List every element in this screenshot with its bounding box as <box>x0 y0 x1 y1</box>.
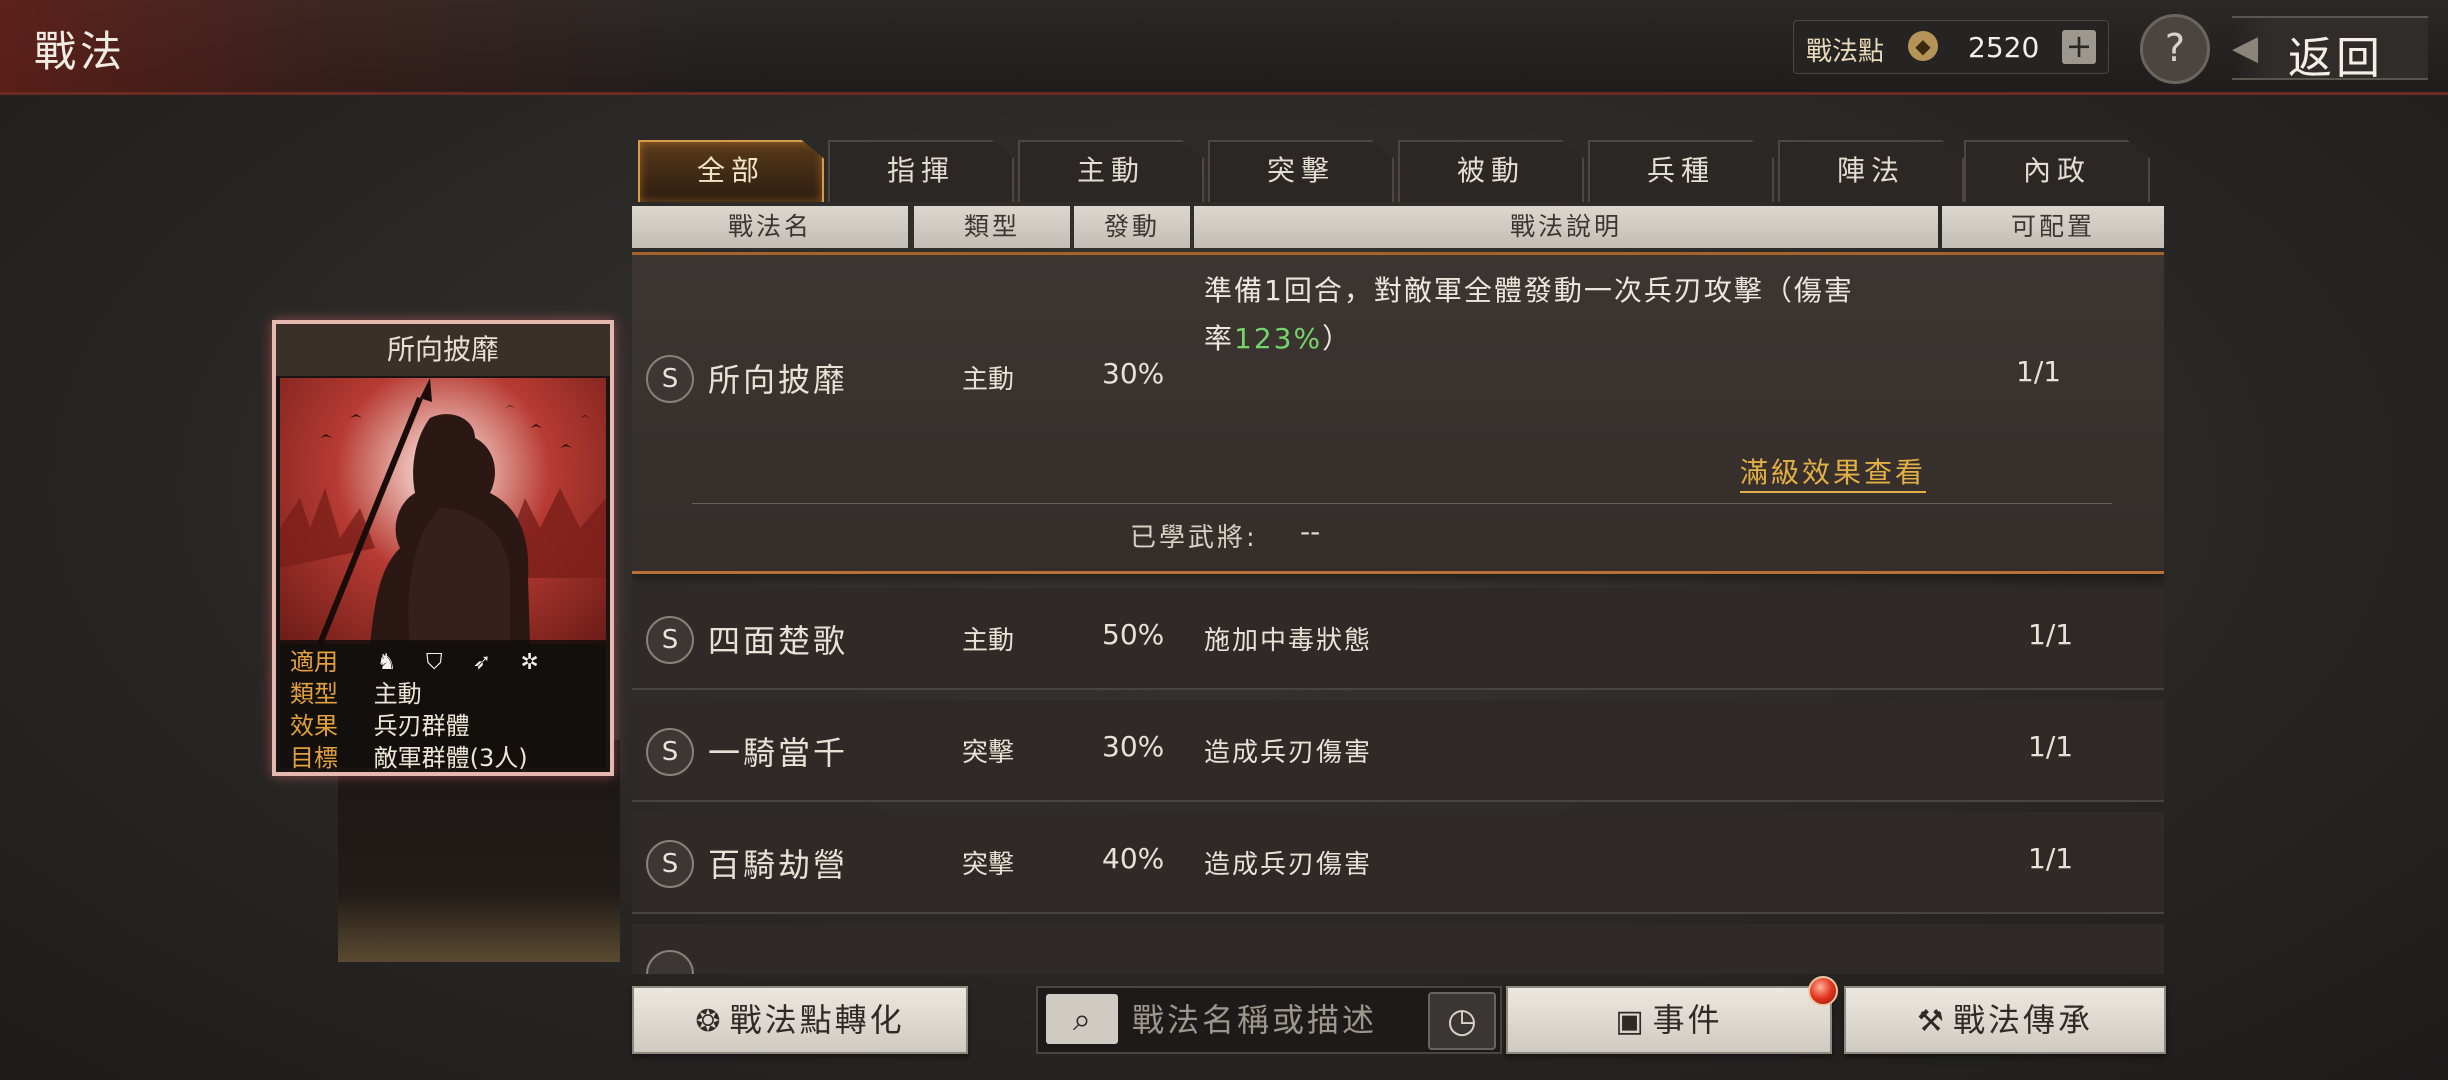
learned-generals-label: 已學武將: <box>1130 523 1258 553</box>
tab-all[interactable]: 全部 <box>638 140 824 202</box>
tactic-rate: 30% <box>1102 357 1165 390</box>
tab-passive[interactable]: 被動 <box>1398 140 1584 202</box>
damage-rate-highlight: 123% <box>1234 322 1323 355</box>
tactic-type: 突擊 <box>962 738 1015 768</box>
page-title: 戰法 <box>34 27 127 76</box>
tactic-type: 主動 <box>962 365 1015 395</box>
category-tabs: 全部 指揮 主動 突擊 被動 兵種 陣法 內政 <box>638 140 2150 202</box>
points-label: 戰法點 <box>1806 37 1885 67</box>
clock-icon[interactable]: ◷ <box>1428 992 1496 1050</box>
events-button[interactable]: ▣ 事件 <box>1506 986 1832 1054</box>
warrior-silhouette-image <box>280 378 606 644</box>
tactic-name: 一騎當千 <box>708 734 849 772</box>
card-artwork <box>280 378 606 644</box>
tactic-name: 百騎劫營 <box>708 846 849 884</box>
spear-icon: ➶ <box>472 650 492 675</box>
add-points-button[interactable]: + <box>2062 30 2096 64</box>
tactic-description: 造成兵刃傷害 <box>1204 850 1373 880</box>
tab-command[interactable]: 指揮 <box>828 140 1014 202</box>
tactic-description: 準備1回合，對敵軍全體發動一次兵刃攻擊（傷害 率123%） <box>1204 274 1854 355</box>
tactic-name: 四面楚歌 <box>708 622 849 660</box>
tactic-list[interactable]: S 所向披靡 主動 30% 準備1回合，對敵軍全體發動一次兵刃攻擊（傷害 率12… <box>632 252 2164 974</box>
tactic-rate: 30% <box>1102 730 1165 763</box>
grade-badge: S <box>646 840 694 888</box>
col-rate[interactable]: 發動 <box>1074 206 1190 248</box>
alert-book-icon: ▣ <box>1615 1004 1647 1039</box>
col-name[interactable]: 戰法名 <box>632 206 908 248</box>
cavalry-icon: ♞ <box>376 650 397 675</box>
tab-internal[interactable]: 內政 <box>1964 140 2150 202</box>
tactic-description: 造成兵刃傷害 <box>1204 738 1373 768</box>
learned-generals-value: -- <box>1300 515 1321 548</box>
tactic-description: 施加中毒狀態 <box>1204 626 1373 656</box>
table-row[interactable]: S 一騎當千 突擊 30% 造成兵刃傷害 1/1 <box>632 700 2164 802</box>
tactic-type: 主動 <box>962 626 1015 656</box>
row-divider <box>692 503 2112 504</box>
convert-points-button[interactable]: ❂ 戰法點轉化 <box>632 986 968 1054</box>
search-input[interactable] <box>1130 996 1424 1044</box>
tactic-type: 突擊 <box>962 850 1015 880</box>
wheel-icon: ✲ <box>520 650 539 675</box>
tab-active[interactable]: 主動 <box>1018 140 1204 202</box>
tactic-rate: 40% <box>1102 842 1165 875</box>
tactic-card[interactable]: 所向披靡 適用 ♞ ⛉ ➶ ✲ 類型 主動 效果 兵刃群體 目標 敵軍群體(3人… <box>272 320 614 776</box>
tactic-config: 1/1 <box>2028 842 2074 875</box>
shield-icon: ⛉ <box>426 650 443 675</box>
grade-badge: S <box>646 728 694 776</box>
grade-badge: S <box>646 616 694 664</box>
points-value: 2520 <box>1968 31 2040 64</box>
info-row-effect: 效果 兵刃群體 <box>290 712 470 740</box>
info-row-type: 類型 主動 <box>290 680 422 708</box>
back-button[interactable]: ◀ 返回 <box>2232 16 2428 84</box>
tab-assault[interactable]: 突擊 <box>1208 140 1394 202</box>
top-bar: 戰法 戰法點 ◆ 2520 + ? ◀ 返回 <box>0 0 2448 95</box>
card-info-panel: 適用 ♞ ⛉ ➶ ✲ 類型 主動 效果 兵刃群體 目標 敵軍群體(3人) <box>280 640 606 772</box>
table-row-partial[interactable] <box>632 924 2164 974</box>
search-icon[interactable]: ⌕ <box>1046 994 1118 1044</box>
tactic-rate: 50% <box>1102 618 1165 651</box>
tactic-config: 1/1 <box>2016 355 2062 388</box>
back-arrow-icon: ◀ <box>2232 28 2259 68</box>
tactic-config: 1/1 <box>2028 730 2074 763</box>
tactic-inherit-button[interactable]: ⚒ 戰法傳承 <box>1844 986 2166 1054</box>
notification-dot <box>1808 976 1838 1006</box>
tactic-name: 所向披靡 <box>708 361 849 399</box>
table-row-selected[interactable]: S 所向披靡 主動 30% 準備1回合，對敵軍全體發動一次兵刃攻擊（傷害 率12… <box>632 252 2164 574</box>
points-coin-icon: ◆ <box>1908 31 1938 61</box>
card-title: 所向披靡 <box>276 324 610 376</box>
table-header: 戰法名 類型 發動 戰法說明 可配置 <box>632 206 2164 248</box>
flame-icon: ❂ <box>695 1004 724 1039</box>
col-type[interactable]: 類型 <box>914 206 1070 248</box>
table-row[interactable]: S 四面楚歌 主動 50% 施加中毒狀態 1/1 <box>632 588 2164 690</box>
tactic-config: 1/1 <box>2028 618 2074 651</box>
tactic-points-panel: 戰法點 ◆ 2520 + <box>1793 20 2109 74</box>
tab-formation[interactable]: 陣法 <box>1778 140 1964 202</box>
grade-badge <box>646 950 694 974</box>
col-config[interactable]: 可配置 <box>1942 206 2164 248</box>
grade-badge: S <box>646 355 694 403</box>
info-row-applicable: 適用 ♞ ⛉ ➶ ✲ <box>290 642 557 676</box>
back-label: 返回 <box>2288 33 2384 84</box>
info-row-target: 目標 敵軍群體(3人) <box>290 744 528 772</box>
help-button[interactable]: ? <box>2140 14 2210 84</box>
tab-troop[interactable]: 兵種 <box>1588 140 1774 202</box>
table-row[interactable]: S 百騎劫營 突擊 40% 造成兵刃傷害 1/1 <box>632 812 2164 914</box>
max-level-effect-link[interactable]: 滿級效果查看 <box>1740 451 1927 493</box>
hammer-icon: ⚒ <box>1917 1004 1947 1039</box>
search-bar: ⌕ ◷ <box>1036 986 1502 1054</box>
